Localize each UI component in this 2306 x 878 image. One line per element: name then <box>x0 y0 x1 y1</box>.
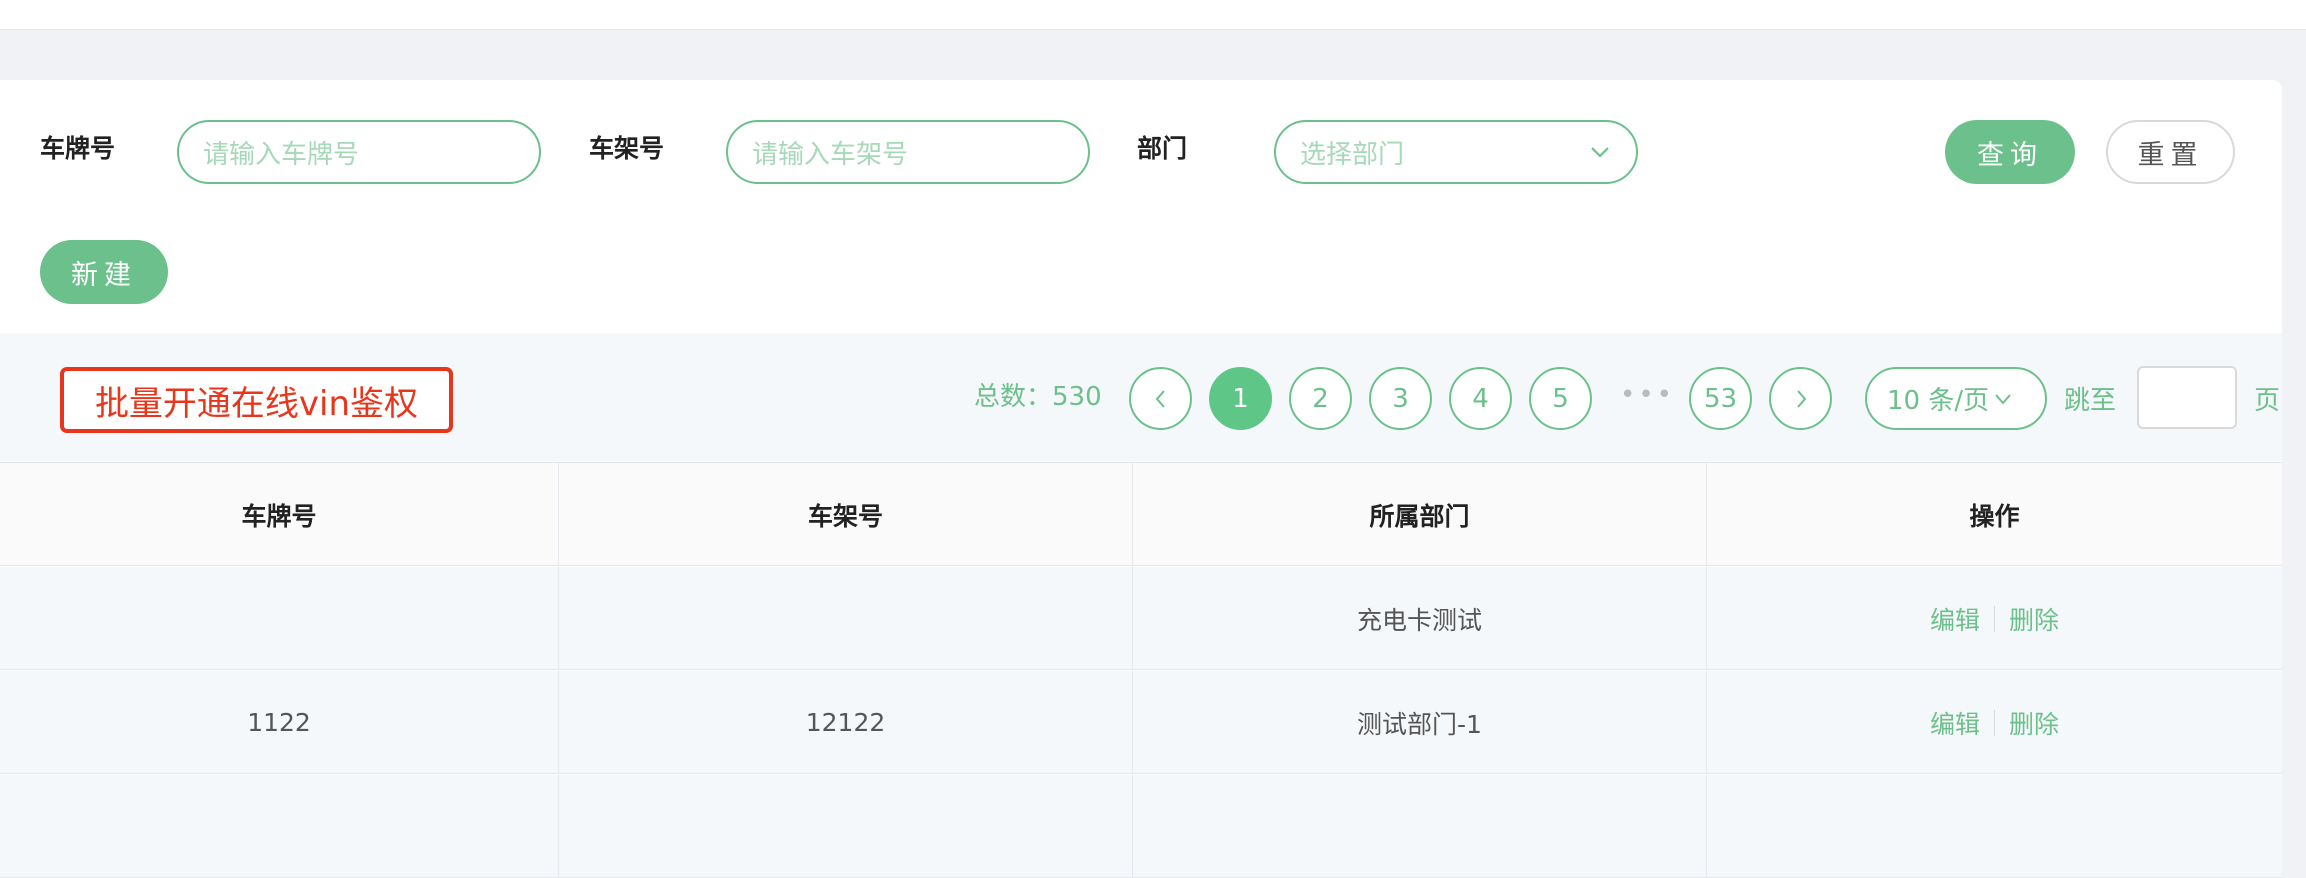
page-size-value: 10 条/页 <box>1887 386 1990 416</box>
total-count: 总数：530 <box>974 382 1102 412</box>
cell-actions <box>1707 775 2282 878</box>
page-size-select[interactable]: 10 条/页 <box>1865 367 2047 430</box>
next-page-button[interactable] <box>1769 367 1832 430</box>
chevron-down-icon <box>1995 393 2011 405</box>
cell-dept <box>1133 775 1707 878</box>
dept-select[interactable]: 选择部门 <box>1274 120 1638 184</box>
page-2[interactable]: 2 <box>1289 367 1352 430</box>
cell-vin <box>559 567 1133 670</box>
page-5[interactable]: 5 <box>1529 367 1592 430</box>
table-header-row: 车牌号 车架号 所属部门 操作 <box>0 463 2282 566</box>
cell-dept: 测试部门-1 <box>1133 671 1707 774</box>
page-53[interactable]: 53 <box>1689 367 1752 430</box>
action-divider <box>1994 709 1995 736</box>
batch-enable-vin-auth-button[interactable]: 批量开通在线vin鉴权 <box>60 367 453 433</box>
delete-link[interactable]: 删除 <box>2009 705 2059 741</box>
page-suffix: 页 <box>2254 386 2281 416</box>
table-row: 充电卡测试 编辑 删除 <box>0 567 2282 670</box>
delete-link[interactable]: 删除 <box>2009 601 2059 637</box>
action-divider <box>1994 605 1995 632</box>
cell-vin: 12122 <box>559 671 1133 774</box>
vehicle-table: 车牌号 车架号 所属部门 操作 充电卡测试 编辑 删除 1122 12122 测… <box>0 462 2282 878</box>
chevron-right-icon <box>1796 389 1806 408</box>
vin-label: 车架号 <box>589 134 665 163</box>
header-dept: 所属部门 <box>1133 463 1707 566</box>
jump-label: 跳至 <box>2064 386 2117 416</box>
dept-label: 部门 <box>1137 134 1188 163</box>
cell-actions: 编辑 删除 <box>1707 671 2282 774</box>
plate-input[interactable]: 请输入车牌号 <box>177 120 541 184</box>
prev-page-button[interactable] <box>1129 367 1192 430</box>
cell-actions: 编辑 删除 <box>1707 567 2282 670</box>
more-pages-ellipsis[interactable]: ••• <box>1620 380 1675 410</box>
edit-link[interactable]: 编辑 <box>1930 705 1980 741</box>
edit-link[interactable]: 编辑 <box>1930 601 1980 637</box>
top-bar <box>0 0 2306 30</box>
cell-plate <box>0 775 559 878</box>
cell-dept: 充电卡测试 <box>1133 567 1707 670</box>
dept-placeholder: 选择部门 <box>1300 139 1405 170</box>
page-4[interactable]: 4 <box>1449 367 1512 430</box>
vin-input[interactable]: 请输入车架号 <box>726 120 1090 184</box>
header-vin: 车架号 <box>559 463 1133 566</box>
cell-plate: 1122 <box>0 671 559 774</box>
jump-page-input[interactable] <box>2137 366 2237 429</box>
chevron-left-icon <box>1155 389 1165 408</box>
cell-vin <box>559 775 1133 878</box>
vin-placeholder: 请输入车架号 <box>752 139 909 170</box>
header-actions: 操作 <box>1969 501 2020 531</box>
create-button[interactable]: 新建 <box>40 240 168 304</box>
page-3[interactable]: 3 <box>1369 367 1432 430</box>
plate-label: 车牌号 <box>40 134 116 163</box>
table-row: 1122 12122 测试部门-1 编辑 删除 <box>0 671 2282 774</box>
plate-placeholder: 请输入车牌号 <box>203 139 360 170</box>
page-1[interactable]: 1 <box>1209 367 1272 430</box>
chevron-down-icon <box>1591 147 1609 158</box>
cell-plate <box>0 567 559 670</box>
table-row <box>0 775 2282 878</box>
header-plate: 车牌号 <box>0 463 559 566</box>
reset-button[interactable]: 重置 <box>2106 120 2235 184</box>
query-button[interactable]: 查询 <box>1945 120 2075 184</box>
